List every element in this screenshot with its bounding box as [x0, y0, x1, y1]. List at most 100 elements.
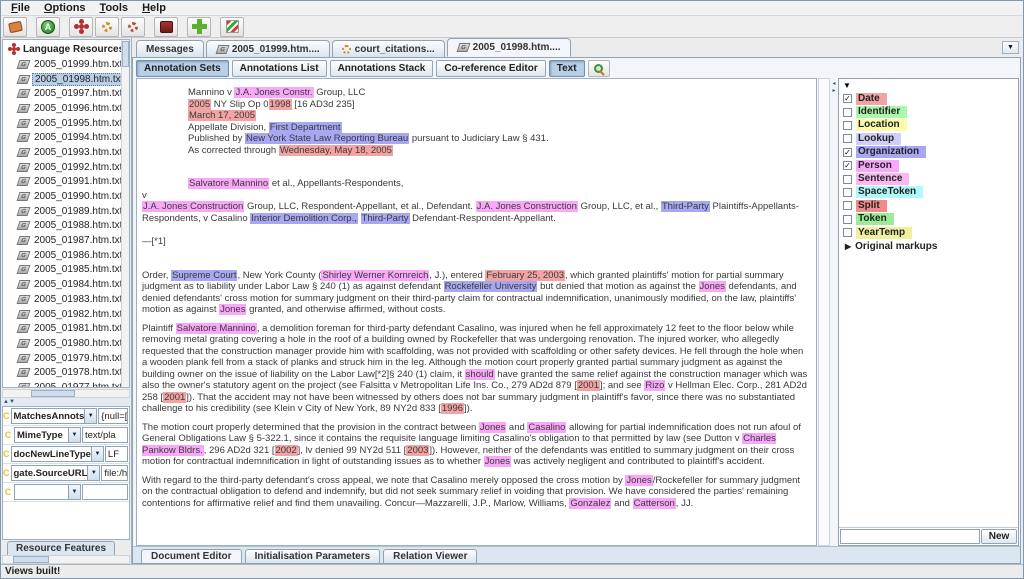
- date-annotation[interactable]: 2003: [406, 444, 430, 456]
- annotation-set-expander[interactable]: ▼: [839, 79, 1018, 92]
- tab-2005_01999-htm-[interactable]: G 2005_01999.htm....: [205, 40, 330, 57]
- tree-item-2005_01993-htm-txt[interactable]: G 2005_01993.htm.txt: [3, 145, 129, 160]
- type-checkbox[interactable]: [843, 134, 852, 144]
- person-annotation[interactable]: should: [464, 368, 495, 380]
- tree-item-2005_01984-htm-txt[interactable]: G 2005_01984.htm.txt: [3, 277, 129, 292]
- feature-value-field[interactable]: {null=[: [98, 408, 128, 424]
- tree-item-2005_01979-htm-txt[interactable]: G 2005_01979.htm.txt: [3, 351, 129, 366]
- type-checkbox[interactable]: [843, 228, 852, 238]
- person-annotation[interactable]: J.A. Jones Construction: [475, 201, 578, 212]
- tab-messages[interactable]: Messages: [136, 40, 204, 57]
- annotation-type-location[interactable]: Location: [842, 119, 1018, 132]
- person-annotation[interactable]: Salvatore Mannino: [175, 322, 257, 334]
- annotation-type-organization[interactable]: ✓ Organization: [842, 146, 1018, 159]
- person-annotation[interactable]: Jones: [219, 304, 247, 315]
- tree-item-2005_01995-htm-txt[interactable]: G 2005_01995.htm.txt: [3, 116, 129, 131]
- organization-annotation[interactable]: First Department: [268, 121, 342, 133]
- tree-item-2005_01992-htm-txt[interactable]: G 2005_01992.htm.txt: [3, 160, 129, 175]
- type-checkbox[interactable]: [843, 174, 852, 184]
- tree-horizontal-scrollbar[interactable]: [2, 389, 130, 398]
- feature-name-combo[interactable]: docNewLineType ▼: [10, 446, 104, 462]
- tab-overflow-dropdown[interactable]: ▼: [1002, 41, 1019, 54]
- organization-annotation[interactable]: Rockefeller University: [443, 281, 538, 292]
- date-annotation[interactable]: Wednesday, May 18, 2005: [278, 144, 393, 156]
- menu-tools[interactable]: Tools: [93, 2, 136, 14]
- type-checkbox[interactable]: [843, 201, 852, 211]
- application-icon[interactable]: [121, 16, 145, 37]
- tree-item-2005_01991-htm-txt[interactable]: G 2005_01991.htm.txt: [3, 175, 129, 190]
- person-annotation[interactable]: Jones: [478, 421, 507, 433]
- annotation-type-identifier[interactable]: Identifier: [842, 105, 1018, 119]
- tree-item-2005_01981-htm-txt[interactable]: G 2005_01981.htm.txt: [3, 321, 129, 336]
- feature-value-field[interactable]: file:/ho: [101, 465, 128, 481]
- text-button[interactable]: Text: [548, 59, 585, 77]
- new-annotation-set-input[interactable]: [840, 529, 980, 544]
- person-annotation[interactable]: Shirley Werner Kornreich: [321, 269, 430, 281]
- feature-name-combo[interactable]: ▼: [14, 484, 81, 500]
- tree-item-2005_01994-htm-txt[interactable]: G 2005_01994.htm.txt: [3, 130, 129, 145]
- tree-item-2005_01987-htm-txt[interactable]: G 2005_01987.htm.txt: [3, 233, 129, 248]
- date-annotation[interactable]: 2001: [576, 380, 600, 391]
- tree-item-2005_01989-htm-txt[interactable]: G 2005_01989.htm.txt: [3, 204, 129, 219]
- co-reference-editor-button[interactable]: Co-reference Editor: [436, 59, 546, 77]
- new-set-button[interactable]: New: [981, 529, 1017, 544]
- date-annotation[interactable]: 2001: [163, 391, 187, 403]
- organization-annotation[interactable]: Third-Party: [660, 201, 710, 212]
- tab-relation-viewer[interactable]: Relation Viewer: [383, 549, 478, 563]
- organization-annotation[interactable]: New York State Law Reporting Bureau: [245, 133, 410, 144]
- tab-2005_01998-htm-[interactable]: G 2005_01998.htm....: [446, 38, 571, 57]
- date-annotation[interactable]: 2002: [274, 444, 298, 456]
- organization-annotation[interactable]: Interior Demolition Corp.,: [250, 212, 358, 224]
- original-markups-expander[interactable]: ▶ Original markups: [842, 239, 1018, 253]
- person-annotation[interactable]: Catterson: [632, 497, 676, 509]
- person-annotation[interactable]: Salvatore Mannino: [188, 178, 270, 189]
- type-checkbox[interactable]: ✓: [843, 94, 852, 104]
- document-text-area[interactable]: Mannino v J.A. Jones Constr. Group, LLC 2…: [136, 78, 817, 546]
- date-annotation[interactable]: 1996: [440, 403, 465, 414]
- tab-document-editor[interactable]: Document Editor: [141, 549, 242, 563]
- organization-annotation[interactable]: Third-Party: [360, 212, 410, 224]
- tree-item-2005_01986-htm-txt[interactable]: G 2005_01986.htm.txt: [3, 248, 129, 263]
- date-annotation[interactable]: 1998: [268, 98, 292, 110]
- tree-item-2005_01977-htm-txt[interactable]: G 2005_01977.htm.txt: [3, 380, 129, 387]
- tree-item-2005_01980-htm-txt[interactable]: G 2005_01980.htm.txt: [3, 336, 129, 351]
- tree-item-2005_01996-htm-txt[interactable]: G 2005_01996.htm.txt: [3, 101, 129, 116]
- tree-item-2005_01985-htm-txt[interactable]: G 2005_01985.htm.txt: [3, 263, 129, 278]
- annotations-list-button[interactable]: Annotations List: [231, 59, 327, 77]
- person-annotation[interactable]: Rizo: [644, 380, 666, 391]
- feature-name-combo[interactable]: MimeType ▼: [14, 427, 81, 443]
- tree-item-2005_01983-htm-txt[interactable]: G 2005_01983.htm.txt: [3, 292, 129, 307]
- processing-resource-icon[interactable]: [95, 16, 119, 37]
- feature-value-field[interactable]: LF: [104, 446, 128, 462]
- tree-item-2005_01982-htm-txt[interactable]: G 2005_01982.htm.txt: [3, 307, 129, 322]
- type-checkbox[interactable]: [843, 214, 852, 224]
- person-annotation[interactable]: J.A. Jones Constr.: [234, 87, 314, 98]
- person-annotation[interactable]: Gonzalez: [569, 497, 612, 509]
- feature-value-field[interactable]: [82, 484, 128, 500]
- search-button[interactable]: [587, 59, 610, 77]
- date-annotation[interactable]: February 25, 2003: [485, 269, 566, 281]
- annotation-type-split[interactable]: Split: [842, 199, 1018, 212]
- annotation-type-date[interactable]: ✓ Date: [842, 92, 1018, 105]
- tree-vertical-scrollbar[interactable]: [121, 40, 129, 387]
- tree-item-2005_01997-htm-txt[interactable]: G 2005_01997.htm.txt: [3, 86, 129, 101]
- language-resource-icon[interactable]: [69, 16, 93, 37]
- person-annotation[interactable]: Casalino: [527, 421, 567, 433]
- type-checkbox[interactable]: ✓: [843, 161, 852, 171]
- type-checkbox[interactable]: [843, 107, 852, 117]
- tree-root-language-resources[interactable]: Language Resources: [3, 41, 129, 57]
- tree-item-2005_01990-htm-txt[interactable]: G 2005_01990.htm.txt: [3, 189, 129, 204]
- tree-item-2005_01998-htm-txt[interactable]: G 2005_01998.htm.txt: [3, 72, 129, 87]
- tab-resource-features[interactable]: Resource Features: [7, 541, 116, 555]
- organization-annotation[interactable]: Supreme Court: [171, 269, 238, 281]
- type-checkbox[interactable]: ✓: [843, 147, 852, 157]
- annotation-type-sentence[interactable]: Sentence: [842, 172, 1018, 186]
- feature-name-combo[interactable]: gate.SourceURL ▼: [10, 465, 101, 481]
- menu-file[interactable]: File: [4, 2, 37, 14]
- tree-item-2005_01978-htm-txt[interactable]: G 2005_01978.htm.txt: [3, 365, 129, 380]
- annie-icon[interactable]: A: [36, 16, 60, 37]
- features-horizontal-scrollbar[interactable]: [2, 555, 130, 564]
- annotations-stack-button[interactable]: Annotations Stack: [329, 59, 434, 77]
- tree-item-2005_01988-htm-txt[interactable]: G 2005_01988.htm.txt: [3, 219, 129, 234]
- tab-initialisation-parameters[interactable]: Initialisation Parameters: [244, 549, 381, 563]
